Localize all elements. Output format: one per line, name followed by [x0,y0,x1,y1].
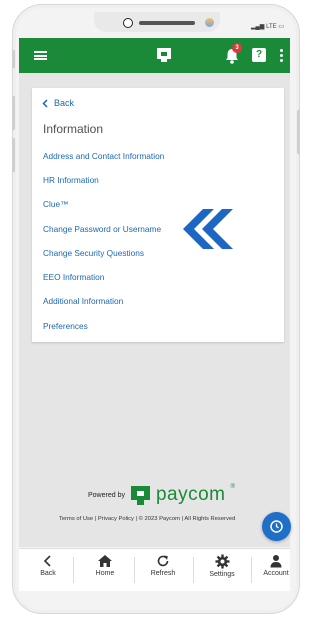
battery-icon: ▭ [278,24,284,30]
time-clock-button[interactable] [262,512,291,541]
refresh-icon [157,555,169,567]
nav-account-label: Account [263,570,289,577]
status-bar: ▂▄▆ LTE ▭ [20,12,290,38]
chevron-left-icon [43,555,51,567]
double-chevron-pointer-icon [183,209,233,249]
nav-refresh[interactable]: Refresh [140,552,186,588]
phone-side-button [297,110,300,154]
bottom-navigation: Back Home Refresh Settings Account [19,548,290,591]
nav-settings[interactable]: Settings [199,552,245,588]
nav-refresh-label: Refresh [150,570,176,577]
link-additional-information[interactable]: Additional Information [43,296,123,306]
nav-back-label: Back [40,570,56,577]
paycom-wordmark: paycom [155,484,226,505]
back-link[interactable]: Back [42,98,74,108]
nav-divider [251,557,252,583]
powered-by-label: Powered by [88,491,125,499]
network-label: LTE [266,24,277,30]
nav-back[interactable]: Back [25,552,71,588]
link-hr-information[interactable]: HR Information [43,175,99,185]
nav-home-label: Home [95,570,115,577]
chevron-left-icon [42,98,48,108]
clock-icon [270,520,283,533]
link-change-password[interactable]: Change Password or Username [43,224,161,234]
link-eeo-information[interactable]: EEO Information [43,272,104,282]
page-title: Information [43,122,104,136]
link-security-questions[interactable]: Change Security Questions [43,248,144,258]
main-content: Back Information Address and Contact Inf… [19,73,290,547]
home-icon [98,555,112,567]
nav-home[interactable]: Home [82,552,128,588]
paycom-logo-icon [130,485,150,505]
app-bar: 3 ? [19,38,290,73]
more-options-icon[interactable] [280,49,284,63]
person-icon [270,555,282,568]
powered-by-paycom: Powered by paycom ® [88,484,235,506]
link-clue[interactable]: Clue™ [43,199,68,209]
camera-icon [123,18,133,28]
help-icon[interactable]: ? [252,48,266,62]
notification-count-badge: 3 [232,43,242,53]
footer-legal-text[interactable]: Terms of Use | Privacy Policy | © 2023 P… [59,516,262,522]
signal-bars-icon: ▂▄▆ [250,24,265,30]
phone-side-button [12,138,15,172]
phone-side-button [12,96,15,130]
back-link-label: Back [54,98,75,108]
link-address-contact[interactable]: Address and Contact Information [43,151,164,161]
phone-side-button [12,50,15,68]
paycom-logo-icon [157,48,171,62]
nav-settings-label: Settings [209,571,235,578]
sensor-icon [205,18,214,27]
link-preferences[interactable]: Preferences [43,321,88,331]
nav-divider [193,557,194,583]
nav-account[interactable]: Account [253,552,299,588]
registered-mark: ® [230,484,235,490]
information-card: Back Information Address and Contact Inf… [32,88,284,342]
nav-divider [73,557,74,583]
nav-divider [134,557,135,583]
hamburger-menu-icon[interactable] [34,51,47,60]
signal-indicator: ▂▄▆ LTE ▭ [251,23,284,30]
gear-icon [215,554,229,569]
speaker-grille [139,21,195,25]
